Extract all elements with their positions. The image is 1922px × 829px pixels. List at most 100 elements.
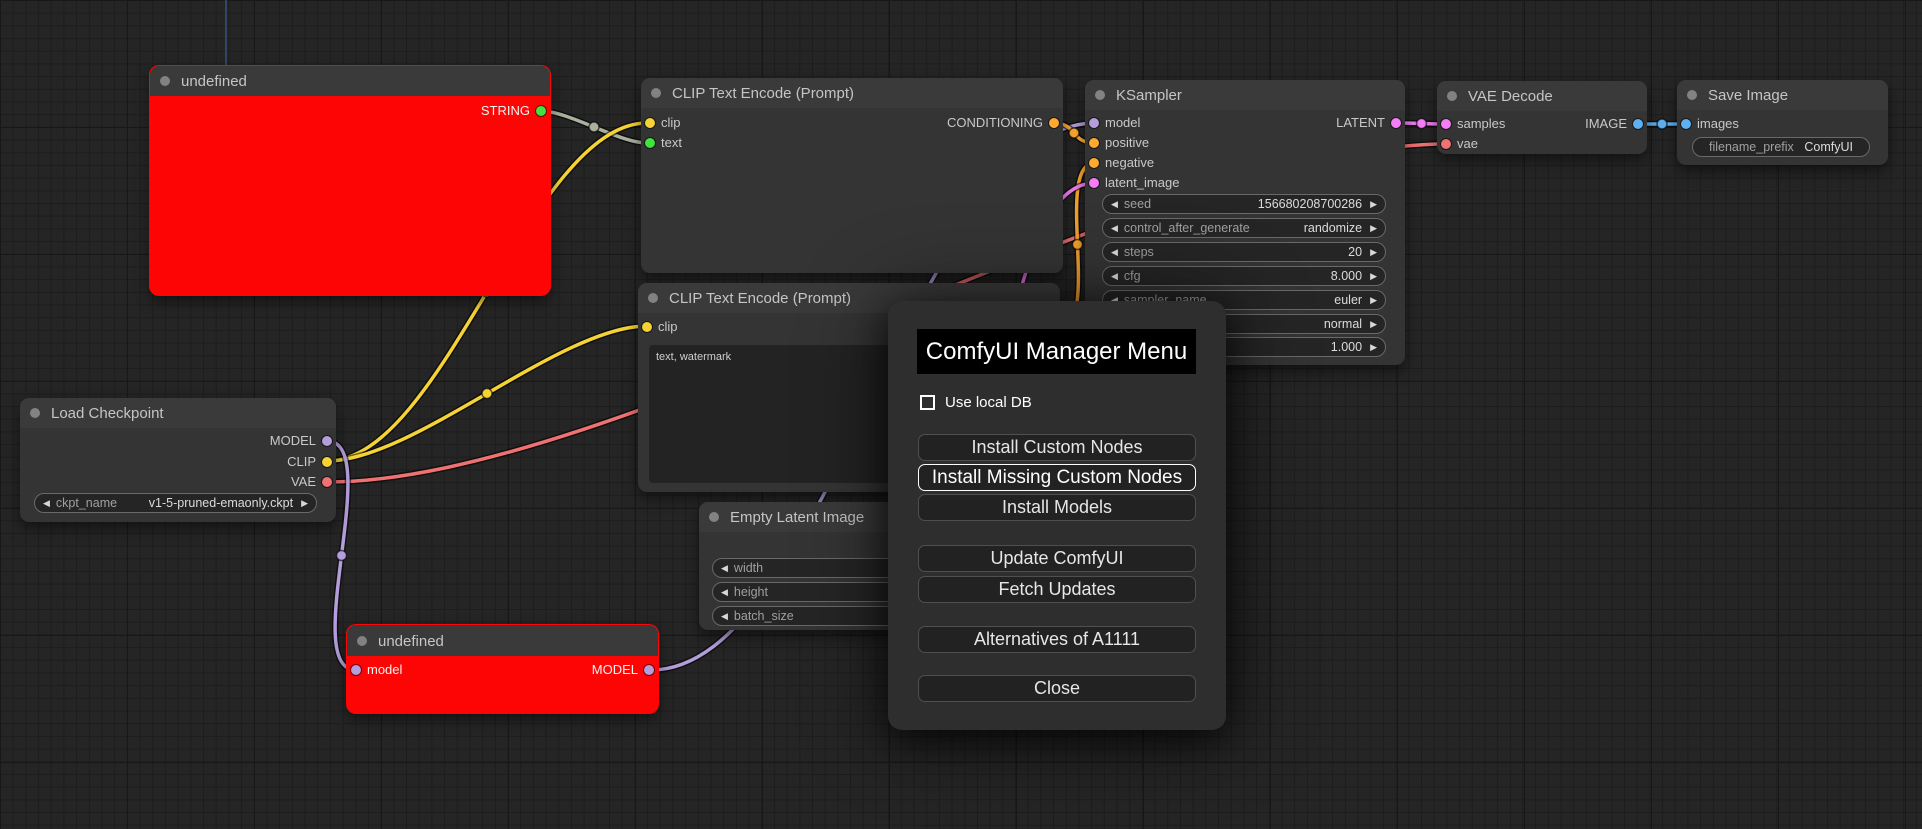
input-positive[interactable]: positive [1085,135,1149,151]
widget-ckpt-name[interactable]: ◀ ckpt_name v1-5-pruned-emaonly.ckpt ▶ [34,493,317,513]
collapse-dot-icon[interactable] [1687,90,1697,100]
install-missing-custom-nodes-button[interactable]: Install Missing Custom Nodes [918,464,1196,491]
node-title: undefined [181,73,247,90]
image-port-icon[interactable] [1681,119,1691,129]
decrement-arrow-icon[interactable]: ◀ [1111,271,1118,282]
input-clip[interactable]: clip [641,115,681,131]
node-save-image[interactable]: Save Image images filename_prefix ComfyU… [1677,80,1888,165]
output-image[interactable]: IMAGE [1585,116,1647,132]
node-title: VAE Decode [1468,88,1553,105]
latent-port-icon[interactable] [1391,118,1401,128]
node-vae-decode[interactable]: VAE Decode samples vae IMAGE [1437,81,1647,154]
collapse-dot-icon[interactable] [357,636,367,646]
install-custom-nodes-button[interactable]: Install Custom Nodes [918,434,1196,461]
clip-port-icon[interactable] [645,118,655,128]
node-empty-latent-image[interactable]: Empty Latent Image ◀ width ◀ height ◀ ba… [699,502,920,630]
model-port-icon[interactable] [644,665,654,675]
decrement-arrow-icon[interactable]: ◀ [721,611,728,622]
decrement-arrow-icon[interactable]: ◀ [721,587,728,598]
output-vae[interactable]: VAE [291,474,336,490]
wire-midpoint-dot-cond-to-positive [1068,127,1080,139]
node-title: CLIP Text Encode (Prompt) [669,290,852,307]
conditioning-port-icon[interactable] [1089,138,1099,148]
decrement-arrow-icon[interactable]: ◀ [721,563,728,574]
input-clip[interactable]: clip [638,319,678,335]
node-title: Save Image [1708,87,1789,104]
input-latent-image[interactable]: latent_image [1085,175,1179,191]
model-port-icon[interactable] [351,665,361,675]
output-model[interactable]: MODEL [270,433,336,449]
widget-seed[interactable]: ◀ seed 156680208700286 ▶ [1102,194,1386,214]
widget-height[interactable]: ◀ height [712,582,908,602]
decrement-arrow-icon[interactable]: ◀ [1111,247,1118,258]
collapse-dot-icon[interactable] [648,293,658,303]
wire-clip-to-clip2 [326,324,648,463]
widget-width[interactable]: ◀ width [712,558,908,578]
node-title: KSampler [1116,87,1182,104]
string-port-icon[interactable] [536,106,546,116]
collapse-dot-icon[interactable] [160,76,170,86]
increment-arrow-icon[interactable]: ▶ [1370,319,1377,330]
increment-arrow-icon[interactable]: ▶ [1370,271,1377,282]
fetch-updates-button[interactable]: Fetch Updates [918,576,1196,603]
collapse-dot-icon[interactable] [1447,91,1457,101]
text-port-icon[interactable] [645,138,655,148]
input-samples[interactable]: samples [1437,116,1505,132]
widget-cfg[interactable]: ◀ cfg 8.000 ▶ [1102,266,1386,286]
widget-filename-prefix[interactable]: filename_prefix ComfyUI [1692,137,1870,157]
output-clip[interactable]: CLIP [287,454,336,470]
comfyui-manager-dialog: ComfyUI Manager Menu Use local DB Instal… [888,301,1226,730]
install-models-button[interactable]: Install Models [918,494,1196,521]
conditioning-port-icon[interactable] [1049,118,1059,128]
output-conditioning[interactable]: CONDITIONING [947,115,1063,131]
input-text[interactable]: text [641,135,682,151]
output-model[interactable]: MODEL [592,662,658,678]
increment-arrow-icon[interactable]: ▶ [301,498,308,509]
collapse-dot-icon[interactable] [709,512,719,522]
model-port-icon[interactable] [322,436,332,446]
node-undefined-string[interactable]: undefined STRING [150,66,550,295]
vae-port-icon[interactable] [322,477,332,487]
alternatives-of-a1111-button[interactable]: Alternatives of A1111 [918,626,1196,653]
increment-arrow-icon[interactable]: ▶ [1370,223,1377,234]
update-comfyui-button[interactable]: Update ComfyUI [918,545,1196,572]
widget-control-after-generate[interactable]: ◀ control_after_generate randomize ▶ [1102,218,1386,238]
increment-arrow-icon[interactable]: ▶ [1370,342,1377,353]
use-local-db-row[interactable]: Use local DB [920,393,1032,411]
output-latent[interactable]: LATENT [1336,115,1405,131]
node-undefined-model[interactable]: undefined model MODEL [347,625,658,713]
latent-port-icon[interactable] [1441,119,1451,129]
node-title: undefined [378,633,444,650]
model-port-icon[interactable] [1089,118,1099,128]
increment-arrow-icon[interactable]: ▶ [1370,247,1377,258]
decrement-arrow-icon[interactable]: ◀ [43,498,50,509]
close-button[interactable]: Close [918,675,1196,702]
vae-port-icon[interactable] [1441,139,1451,149]
input-model[interactable]: model [1085,115,1140,131]
input-vae[interactable]: vae [1437,136,1478,152]
collapse-dot-icon[interactable] [1095,90,1105,100]
node-graph-canvas[interactable]: undefined STRING CLIP Text Encode (Promp… [0,0,1922,829]
input-images[interactable]: images [1677,116,1739,132]
increment-arrow-icon[interactable]: ▶ [1370,199,1377,210]
image-port-icon[interactable] [1633,119,1643,129]
increment-arrow-icon[interactable]: ▶ [1370,295,1377,306]
widget-steps[interactable]: ◀ steps 20 ▶ [1102,242,1386,262]
latent-port-icon[interactable] [1089,178,1099,188]
conditioning-port-icon[interactable] [1089,158,1099,168]
collapse-dot-icon[interactable] [30,408,40,418]
clip-port-icon[interactable] [322,457,332,467]
wire-midpoint-dot-cond-to-negative [1071,238,1084,251]
decrement-arrow-icon[interactable]: ◀ [1111,223,1118,234]
widget-batch-size[interactable]: ◀ batch_size [712,606,908,626]
output-string[interactable]: STRING [481,103,550,119]
input-model[interactable]: model [347,662,402,678]
decrement-arrow-icon[interactable]: ◀ [1111,199,1118,210]
input-negative[interactable]: negative [1085,155,1154,171]
use-local-db-checkbox[interactable] [920,394,935,410]
clip-port-icon[interactable] [642,322,652,332]
collapse-dot-icon[interactable] [651,88,661,98]
node-load-checkpoint[interactable]: Load Checkpoint MODEL CLIP VAE ◀ ckpt_na… [20,398,336,522]
use-local-db-label: Use local DB [945,393,1032,411]
node-clip-text-encode-1[interactable]: CLIP Text Encode (Prompt) clip text COND… [641,78,1063,273]
